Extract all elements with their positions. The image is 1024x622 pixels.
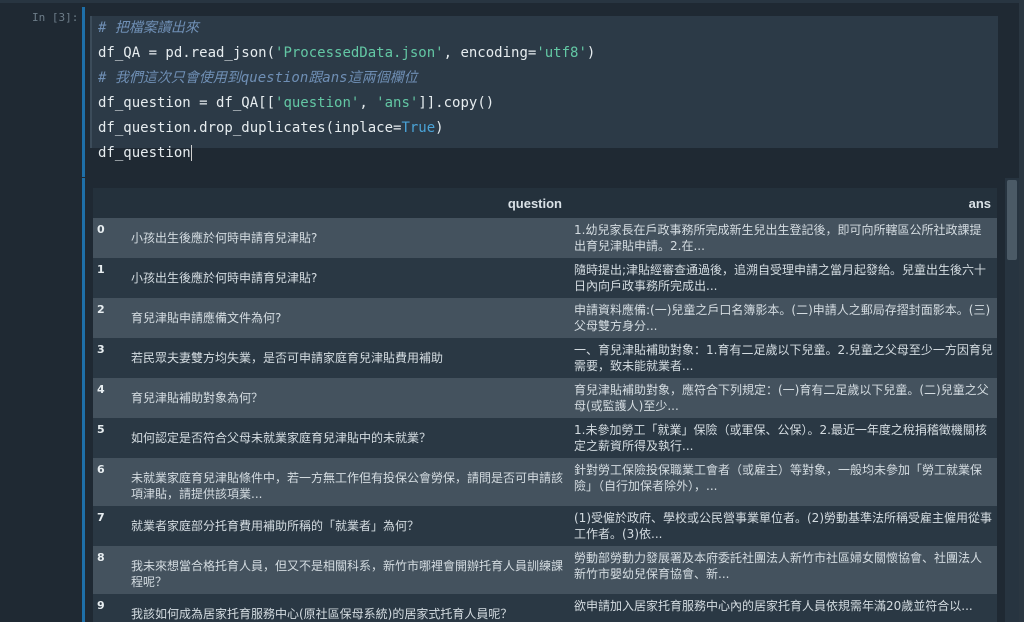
code-string: 'ans' [376,95,419,111]
code-text: df_question.drop_duplicates(inplace= [98,120,402,136]
table-row: 3 若民眾夫妻雙方均失業，是否可申請家庭育兒津貼費用補助 一、育兒津貼補助對象：1.… [93,338,997,378]
ans-cell: (1)受僱於政府、學校或公民營事業單位者。(2)勞動基準法所稱受雇主僱用從事工作… [570,506,997,546]
input-prompt: In [3]: [32,11,79,24]
row-index: 7 [93,506,125,546]
question-cell: 小孩出生後應於何時申請育兒津貼? [125,258,570,298]
ans-cell: 一、育兒津貼補助對象：1.育有二足歲以下兒童。2.兒童之父母至少一方因育兒需要，… [570,338,997,378]
column-header-ans: ans [570,188,997,218]
question-cell: 育兒津貼申請應備文件為何? [125,298,570,338]
ans-cell: 針對勞工保險投保職業工會者（或雇主）等對象，一般均未參加「勞工就業保險」（自行加… [570,458,997,506]
table-row: 4 育兒津貼補助對象為何？ 育兒津貼補助對象，應符合下列規定：(一)育有二足歲以下兒… [93,378,997,418]
row-index: 0 [93,218,125,258]
code-string: 'utf8' [536,45,587,61]
question-cell: 我該如何成為居家托育服務中心(原社區保母系統)的居家式托育人員呢？ [125,594,570,622]
code-line-6: df_question [98,141,192,165]
question-cell: 我未來想當合格托育人員，但又不是相關科系，新竹市哪裡會開辦托育人員訓練課程呢？ [125,546,570,594]
ans-cell: 欲申請加入居家托育服務中心內的居家托育人員依規需年滿20歲並符合以... [570,594,997,622]
table-row: 7 就業者家庭部分托育費用補助所稱的「就業者」為何？ (1)受僱於政府、學校或公民營… [93,506,997,546]
row-index: 4 [93,378,125,418]
code-editor[interactable]: # 把檔案讀出來 df_QA = pd.read_json('Processed… [90,16,998,161]
cell-selection-bar [82,7,85,177]
text-cursor [190,145,192,161]
table-row: 8 我未來想當合格托育人員，但又不是相關科系，新竹市哪裡會開辦托育人員訓練課程呢？… [93,546,997,594]
code-comment: # 把檔案讀出來 [98,20,199,36]
ans-cell: 勞動部勞動力發展署及本府委託社團法人新竹市社區婦女關懷協會、社團法人新竹市嬰幼兒… [570,546,997,594]
table-row: 2 育兒津貼申請應備文件為何? 申請資料應備:(一)兒童之戶口名簿影本。(二)申請人… [93,298,997,338]
question-cell: 如何認定是否符合父母未就業家庭育兒津貼中的未就業？ [125,418,570,458]
question-cell: 若民眾夫妻雙方均失業，是否可申請家庭育兒津貼費用補助 [125,338,570,378]
ans-cell: 1.幼兒家長在戶政事務所完成新生兒出生登記後，即可向所轄區公所社政課提出育兒津貼… [570,218,997,258]
row-index: 6 [93,458,125,506]
index-header [93,188,125,218]
code-line-3: # 我們這次只會使用到question跟ans這兩個欄位 [98,66,418,90]
row-index: 2 [93,298,125,338]
top-border [0,0,1024,3]
code-text: , encoding= [443,45,537,61]
code-string: 'question' [275,95,360,111]
code-text: ) [586,45,596,61]
question-cell: 就業者家庭部分托育費用補助所稱的「就業者」為何？ [125,506,570,546]
dataframe-table: question ans 0 小孩出生後應於何時申請育兒津貼? 1.幼兒家長在戶政事… [93,188,997,622]
ans-cell: 1.未參加勞工「就業」保險（或軍保、公保）。2.最近一年度之稅捐稽徵機關核定之薪… [570,418,997,458]
output-cell: question ans 0 小孩出生後應於何時申請育兒津貼? 1.幼兒家長在戶政事… [0,178,1024,622]
row-index: 8 [93,546,125,594]
code-string: 'ProcessedData.json' [275,45,444,61]
row-index: 1 [93,258,125,298]
ans-cell: 隨時提出;津貼經審查通過後，追溯自受理申請之當月起發給。兒童出生後六十日內向戶政… [570,258,997,298]
scrollbar-thumb[interactable] [1007,180,1017,260]
table-row: 0 小孩出生後應於何時申請育兒津貼? 1.幼兒家長在戶政事務所完成新生兒出生登記後，… [93,218,997,258]
vertical-scrollbar[interactable] [1005,178,1019,622]
code-input-cell[interactable]: In [3]: # 把檔案讀出來 df_QA = pd.read_json('P… [6,7,1006,177]
table-row: 5 如何認定是否符合父母未就業家庭育兒津貼中的未就業？ 1.未參加勞工「就業」保險（… [93,418,997,458]
question-cell: 小孩出生後應於何時申請育兒津貼? [125,218,570,258]
row-index: 9 [93,594,125,622]
ans-cell: 育兒津貼補助對象，應符合下列規定：(一)育有二足歲以下兒童。(二)兒童之父母(或… [570,378,997,418]
row-index: 3 [93,338,125,378]
code-line-5: df_question.drop_duplicates(inplace=True… [98,116,444,140]
row-index: 5 [93,418,125,458]
ans-cell: 申請資料應備:(一)兒童之戶口名簿影本。(二)申請人之郵局存摺封面影本。(三)父… [570,298,997,338]
code-line-4: df_question = df_QA[['question', 'ans']]… [98,91,494,115]
code-line-2: df_QA = pd.read_json('ProcessedData.json… [98,41,595,65]
code-text: ]].copy() [418,95,495,111]
code-text: df_question [98,145,191,161]
window-edge [1019,0,1024,622]
code-text: df_QA = pd.read_json( [98,45,276,61]
question-cell: 育兒津貼補助對象為何？ [125,378,570,418]
code-comment: # 我們這次只會使用到question跟ans這兩個欄位 [98,70,418,86]
column-header-question: question [125,188,570,218]
table-row: 6 未就業家庭育兒津貼條件中，若一方無工作但有投保公會勞保，請問是否可申請該項津貼… [93,458,997,506]
dataframe-output[interactable]: question ans 0 小孩出生後應於何時申請育兒津貼? 1.幼兒家長在戶政事… [93,188,997,622]
code-line-1: # 把檔案讀出來 [98,16,199,40]
code-text: , [359,95,377,111]
output-selection-bar [82,178,85,622]
table-header-row: question ans [93,188,997,218]
question-cell: 未就業家庭育兒津貼條件中，若一方無工作但有投保公會勞保，請問是否可申請該項津貼，… [125,458,570,506]
table-row: 9 我該如何成為居家托育服務中心(原社區保母系統)的居家式托育人員呢？ 欲申請加入居… [93,594,997,622]
code-keyword: True [401,120,436,136]
code-text: ) [435,120,444,136]
table-row: 1 小孩出生後應於何時申請育兒津貼? 隨時提出;津貼經審查通過後，追溯自受理申請之當… [93,258,997,298]
code-text: df_question = df_QA[[ [98,95,276,111]
